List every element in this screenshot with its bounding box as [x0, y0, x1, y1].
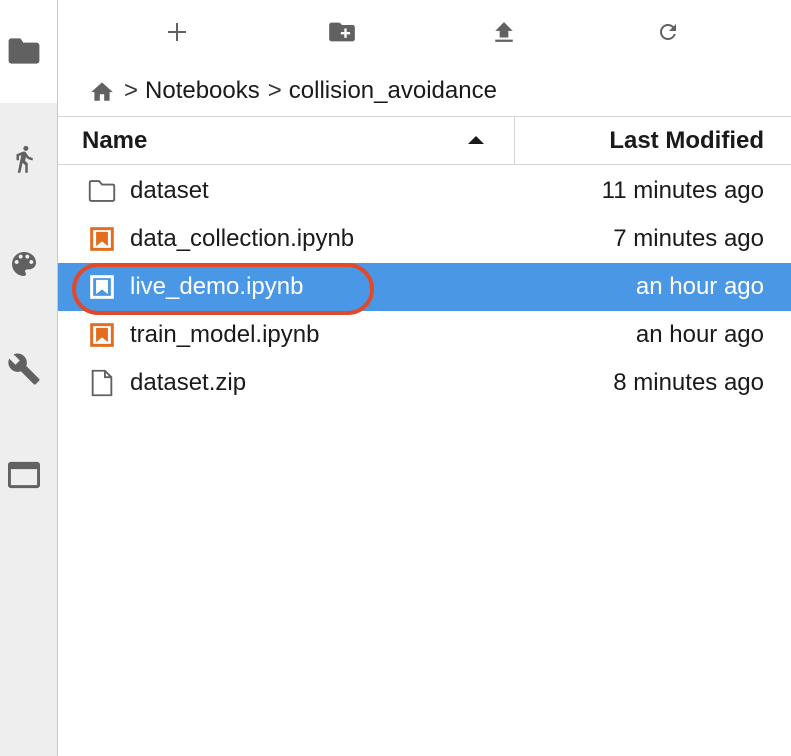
file-name: dataset	[130, 177, 209, 204]
folder-icon	[88, 177, 116, 205]
last-modified-column-header[interactable]: Last Modified	[515, 117, 791, 164]
breadcrumb: > Notebooks > collision_avoidance	[88, 74, 497, 108]
upload-icon	[495, 22, 513, 42]
file-name: data_collection.ipynb	[130, 225, 355, 252]
file-modified: an hour ago	[635, 273, 764, 300]
activity-bar	[0, 0, 58, 756]
file-list-header: Name Last Modified	[58, 116, 791, 165]
file-name: dataset.zip	[130, 369, 247, 396]
file-browser-toolbar	[58, 0, 791, 62]
file-row-live-demo[interactable]: live_demo.ipynb an hour ago	[58, 263, 791, 311]
file-row-dataset[interactable]: dataset 11 minutes ago	[58, 167, 791, 215]
file-modified: 8 minutes ago	[613, 369, 764, 396]
refresh-button[interactable]	[650, 14, 686, 50]
file-icon	[88, 369, 116, 397]
wrench-icon[interactable]	[5, 350, 43, 388]
new-launcher-button[interactable]	[159, 14, 195, 50]
new-folder-button[interactable]	[324, 14, 360, 50]
folder-icon[interactable]	[5, 32, 43, 70]
last-modified-column-label: Last Modified	[609, 127, 764, 154]
notebook-icon	[88, 273, 116, 301]
file-row-data-collection[interactable]: data_collection.ipynb 7 minutes ago	[58, 215, 791, 263]
plus-icon	[168, 23, 186, 41]
file-row-train-model[interactable]: train_model.ipynb an hour ago	[58, 311, 791, 359]
breadcrumb-separator: >	[267, 77, 282, 104]
file-name: train_model.ipynb	[130, 321, 320, 348]
running-icon[interactable]	[5, 140, 43, 178]
name-column-header[interactable]: Name	[58, 117, 515, 164]
name-column-label: Name	[82, 127, 148, 154]
file-name: live_demo.ipynb	[130, 273, 304, 300]
file-browser-panel: > Notebooks > collision_avoidance Name L…	[58, 0, 791, 756]
refresh-icon	[660, 24, 676, 40]
sort-ascending-icon	[468, 136, 484, 144]
file-list: dataset 11 minutes ago data_collection.i…	[58, 167, 791, 407]
breadcrumb-separator: >	[124, 77, 139, 104]
file-row-dataset-zip[interactable]: dataset.zip 8 minutes ago	[58, 359, 791, 407]
file-modified: an hour ago	[635, 321, 764, 348]
tabs-icon[interactable]	[5, 456, 43, 494]
breadcrumb-item-collision-avoidance[interactable]: collision_avoidance	[289, 77, 497, 105]
new-folder-icon	[329, 22, 355, 42]
upload-button[interactable]	[486, 14, 522, 50]
file-modified: 7 minutes ago	[613, 225, 764, 252]
palette-icon[interactable]	[5, 245, 43, 283]
notebook-icon	[88, 321, 116, 349]
file-modified: 11 minutes ago	[601, 177, 764, 204]
notebook-icon	[88, 225, 116, 253]
breadcrumb-item-notebooks[interactable]: Notebooks	[145, 77, 260, 105]
home-icon[interactable]	[88, 77, 116, 105]
